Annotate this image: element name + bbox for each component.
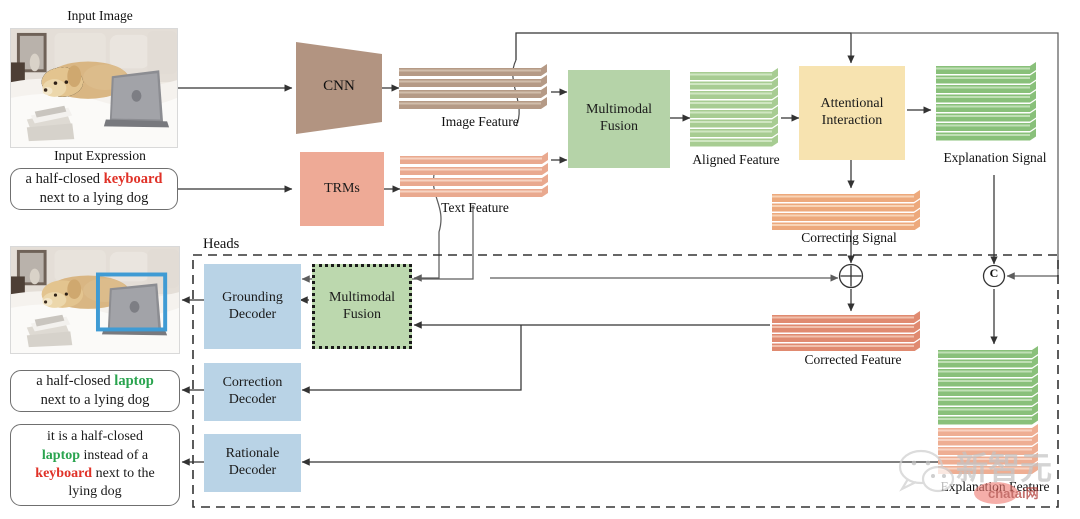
correction-keyword: laptop — [114, 372, 154, 389]
grounding-decoder[interactable]: Grounding Decoder — [204, 264, 301, 349]
attentional-interaction[interactable]: Attentional Interaction — [799, 66, 905, 160]
explanation-feature-label: Explanation Feature — [940, 479, 1050, 494]
rationale-line3: keyboard next to the — [35, 465, 154, 483]
trms-label: TRMs — [324, 180, 360, 196]
input-expression-line1: a half-closed keyboard — [26, 170, 163, 189]
correction-line1: a half-closed laptop — [36, 372, 154, 391]
diagram-canvas: Input Image Input Expression a half-clos… — [0, 0, 1080, 519]
expr-keyword: keyboard — [103, 170, 163, 187]
aligned-feature-stack — [690, 68, 782, 152]
correction-decoder-line1: Correction — [222, 375, 283, 391]
correction-text-pre: a half-closed — [36, 372, 115, 389]
rationale-decoder[interactable]: Rationale Decoder — [204, 434, 301, 492]
attentional-interaction-line1: Attentional — [820, 96, 884, 112]
rationale-decoder-line2: Decoder — [228, 463, 277, 478]
correction-decoder-line2: Decoder — [228, 392, 277, 407]
correcting-signal-label: Correcting Signal — [801, 230, 897, 245]
rationale-line1: it is a half-closed — [46, 429, 144, 445]
multimodal-fusion-heads[interactable]: Multimodal Fusion — [312, 264, 412, 349]
output-correction-box: a half-closed laptop next to a lying dog — [10, 370, 180, 412]
input-expression-line2: next to a lying dog — [39, 190, 149, 206]
attentional-interaction-line2: Interaction — [821, 113, 883, 128]
rationale-line2: laptop instead of a — [42, 447, 148, 465]
text-feature-label: Text Feature — [441, 200, 509, 215]
explanation-signal-label: Explanation Signal — [943, 150, 1047, 165]
multimodal-fusion-line2: Fusion — [599, 119, 639, 134]
corrected-feature-stack — [772, 311, 924, 352]
input-image — [10, 28, 178, 148]
multimodal-fusion-line1: Multimodal — [585, 102, 653, 118]
correction-line2: next to a lying dog — [40, 392, 150, 408]
correction-decoder[interactable]: Correction Decoder — [204, 363, 301, 421]
rationale-line4: lying dog — [68, 484, 122, 500]
input-image-label: Input Image — [67, 8, 133, 23]
output-grounded-image — [10, 246, 180, 354]
heads-fusion-line2: Fusion — [342, 306, 382, 322]
add-operator — [838, 263, 864, 289]
rationale-mid-text: instead of a — [80, 447, 149, 463]
text-feature-stack — [400, 152, 552, 202]
heads-fusion-line1: Multimodal — [328, 289, 396, 305]
trms-encoder[interactable]: TRMs — [300, 152, 384, 226]
expr-text-pre: a half-closed — [25, 170, 104, 187]
rationale-decoder-line1: Rationale — [225, 446, 280, 462]
input-expression-box[interactable]: a half-closed keyboard next to a lying d… — [10, 168, 178, 210]
image-feature-stack — [399, 64, 551, 114]
output-rationale-box: it is a half-closed laptop instead of a … — [10, 424, 180, 506]
concat-operator: C — [982, 264, 1006, 288]
multimodal-fusion-main[interactable]: Multimodal Fusion — [568, 70, 670, 168]
concat-label: C — [989, 266, 999, 280]
corrected-feature-label: Corrected Feature — [804, 352, 902, 367]
input-expression-label: Input Expression — [54, 148, 146, 163]
explanation-signal-stack — [936, 62, 1040, 150]
correcting-signal-stack — [772, 190, 924, 231]
rationale-keyword-wrong: keyboard — [35, 466, 93, 481]
rationale-keyword-correct: laptop — [41, 447, 81, 463]
heads-title: Heads — [203, 236, 240, 252]
cnn-label: CNN — [323, 78, 355, 94]
image-feature-label: Image Feature — [441, 114, 519, 129]
grounding-decoder-line1: Grounding — [222, 289, 283, 305]
rationale-post-text: next to the — [92, 466, 155, 481]
explanation-feature-stack — [938, 346, 1042, 478]
cnn-encoder[interactable]: CNN — [294, 40, 384, 136]
grounding-decoder-line2: Decoder — [228, 306, 277, 322]
aligned-feature-label: Aligned Feature — [692, 152, 780, 167]
